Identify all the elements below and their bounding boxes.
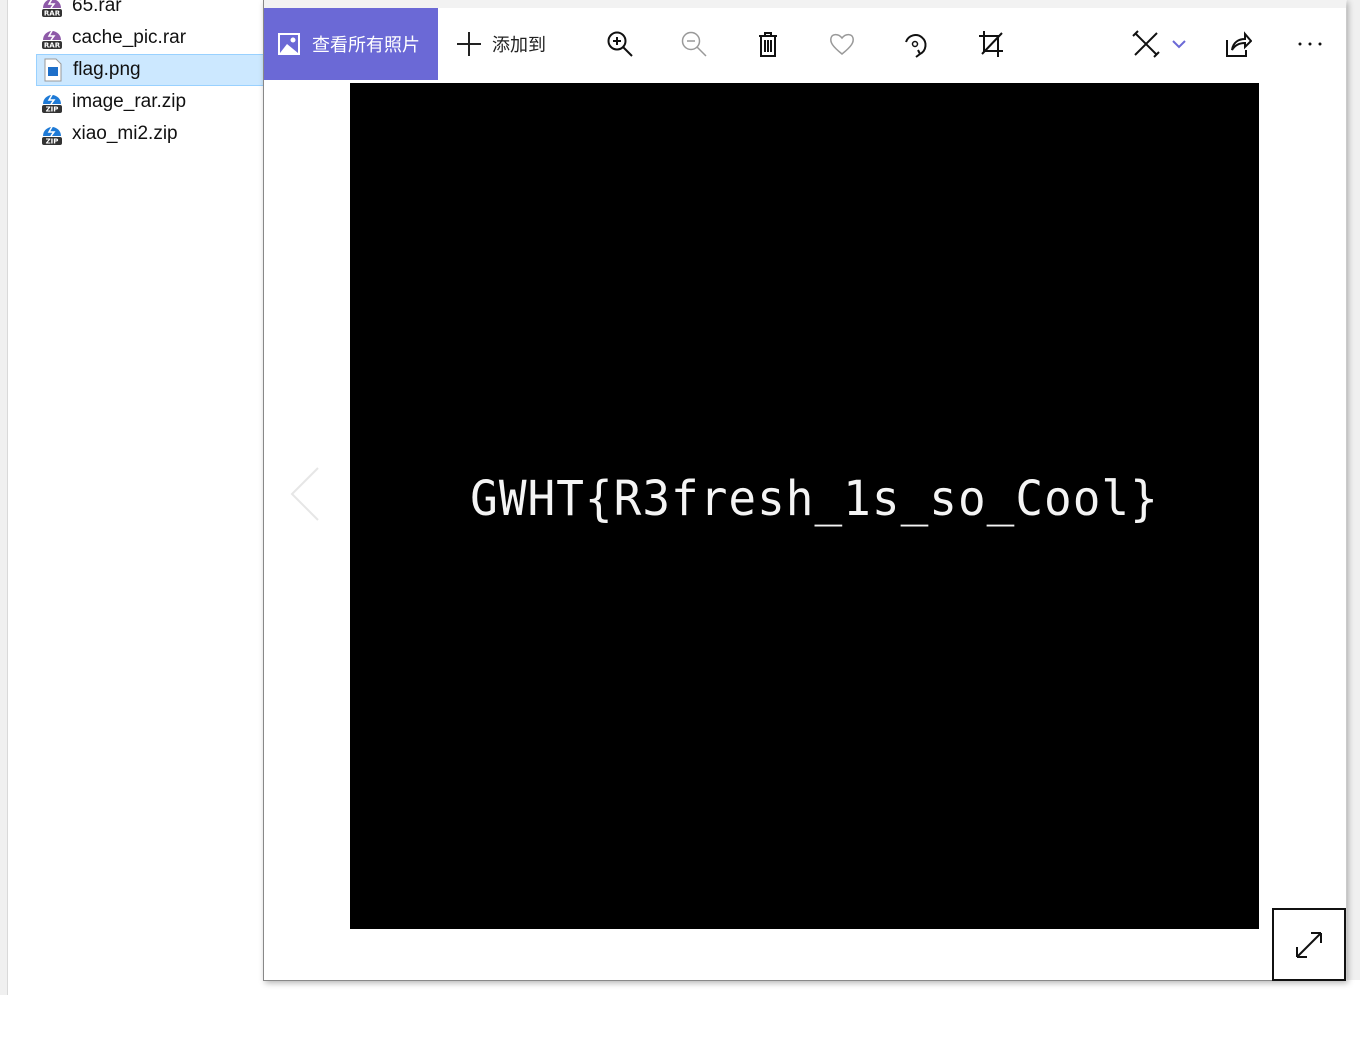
image-file-icon (44, 58, 62, 82)
file-name: cache_pic.rar (72, 27, 187, 48)
view-all-photos-button[interactable]: 查看所有照片 (264, 8, 438, 80)
fullscreen-button[interactable] (1272, 908, 1346, 981)
file-name: 65.rar (72, 0, 122, 16)
file-icon: ZIP (40, 90, 64, 114)
rar-archive-icon: RAR (42, 28, 62, 50)
file-name: xiao_mi2.zip (72, 123, 178, 144)
scrollbar[interactable] (0, 0, 8, 995)
file-item[interactable]: ZIP xiao_mi2.zip (36, 118, 264, 150)
add-to-label: 添加到 (492, 35, 546, 55)
edit-draw-icon[interactable] (1132, 30, 1160, 58)
toolbar: 查看所有照片 添加到 (264, 8, 1346, 80)
previous-arrow-icon[interactable] (288, 466, 322, 522)
rar-archive-icon: RAR (42, 0, 62, 18)
file-icon: ZIP (40, 122, 64, 146)
background-window-edge (1347, 0, 1360, 980)
plus-icon (457, 32, 481, 56)
crop-icon[interactable] (978, 30, 1004, 58)
expand-icon (1296, 931, 1322, 958)
file-icon: RAR (40, 0, 64, 18)
heart-icon[interactable] (828, 30, 856, 58)
zoom-in-icon[interactable] (606, 30, 634, 58)
zoom-out-icon[interactable] (680, 30, 708, 58)
file-item[interactable]: ZIP image_rar.zip (36, 86, 264, 118)
file-name: image_rar.zip (72, 91, 187, 112)
title-bar[interactable] (264, 0, 1346, 8)
photos-window: 查看所有照片 添加到 GWHT{R3fresh_1s_so_Cool} (263, 0, 1346, 981)
file-item[interactable]: flag.png (36, 54, 264, 86)
svg-text:RAR: RAR (44, 10, 61, 18)
image-text: GWHT{R3fresh_1s_so_Cool} (470, 469, 1159, 527)
photo-display: GWHT{R3fresh_1s_so_Cool} (350, 83, 1259, 929)
trash-icon[interactable] (756, 30, 780, 58)
svg-text:RAR: RAR (44, 42, 61, 50)
zip-archive-icon: ZIP (42, 92, 62, 114)
image-icon (278, 33, 300, 55)
chevron-down-icon[interactable] (1171, 30, 1187, 58)
file-item[interactable]: RAR 65.rar (36, 0, 264, 22)
more-options-icon[interactable] (1296, 30, 1324, 58)
svg-text:ZIP: ZIP (46, 138, 59, 146)
share-icon[interactable] (1224, 30, 1252, 58)
add-to-button[interactable]: 添加到 (456, 30, 546, 58)
zip-archive-icon: ZIP (42, 124, 62, 146)
file-icon: RAR (40, 26, 64, 50)
file-icon (41, 58, 65, 82)
svg-text:ZIP: ZIP (46, 106, 59, 114)
file-explorer-pane: RAR 65.rar RAR cache_pic.rar flag.png ZIP imag… (0, 0, 264, 1053)
rotate-icon[interactable] (902, 30, 930, 58)
file-name: flag.png (73, 59, 141, 80)
file-item[interactable]: RAR cache_pic.rar (36, 22, 264, 54)
view-all-photos-label: 查看所有照片 (312, 35, 420, 55)
